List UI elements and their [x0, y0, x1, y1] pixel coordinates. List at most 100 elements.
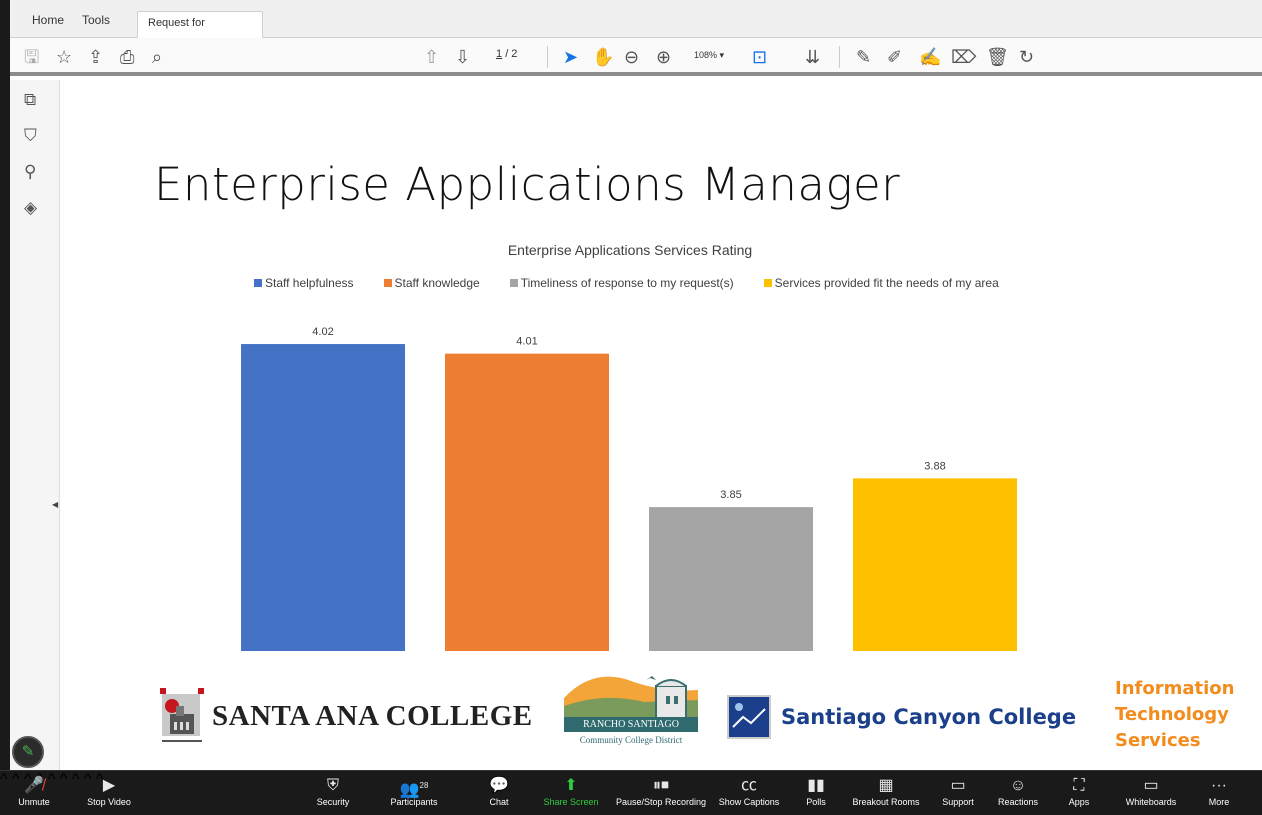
chart-bar: [853, 478, 1017, 651]
chevron-up-icon[interactable]: ^: [72, 771, 80, 788]
fit-page-icon[interactable]: ⊡: [752, 47, 767, 67]
annotate-pen-icon[interactable]: ✎: [12, 736, 44, 768]
participants-button[interactable]: 👥28 Participants: [388, 775, 440, 807]
legend-item: Timeliness of response to my request(s): [509, 276, 734, 290]
document-page: Enterprise Applications Manager Enterpri…: [62, 80, 1262, 768]
highlight-icon[interactable]: ✐: [887, 47, 902, 67]
tab-tools[interactable]: Tools: [76, 9, 116, 38]
legend-item: Services provided fit the needs of my ar…: [763, 276, 999, 290]
polls-button[interactable]: ▮▮ Polls: [803, 775, 829, 807]
santiago-canyon-emblem-icon: [727, 695, 771, 739]
chevron-up-icon[interactable]: ^: [60, 771, 68, 788]
santa-ana-college-name: SANTA ANA COLLEGE: [212, 699, 533, 732]
emoji-icon: ☺: [1009, 777, 1027, 794]
legend-label: Timeliness of response to my request(s): [520, 276, 734, 290]
attachment-icon[interactable]: ⚲: [24, 162, 36, 182]
data-label: 3.85: [720, 489, 741, 501]
chat-label: Chat: [489, 797, 509, 807]
bookmark-icon[interactable]: ⛉: [24, 126, 37, 146]
security-button[interactable]: ⛨ Security: [313, 775, 353, 807]
tab-bar: Home Tools Request for resourc...×: [0, 0, 1262, 815]
santa-ana-emblem-icon: [160, 688, 204, 744]
polls-icon: ▮▮: [807, 777, 825, 794]
next-page-icon[interactable]: ⇩: [455, 47, 470, 67]
delete-icon[interactable]: 🗑: [986, 47, 1009, 67]
window-left-edge: [0, 0, 10, 815]
security-label: Security: [316, 797, 350, 807]
print-icon[interactable]: ⎙: [120, 47, 134, 67]
sign-icon[interactable]: ✍: [919, 47, 941, 67]
legend-swatch: [509, 279, 518, 287]
legend-item: Staff helpfulness: [254, 276, 354, 290]
data-label: 4.02: [312, 326, 333, 338]
participants-count: 28: [419, 781, 429, 790]
bookmark-star-icon[interactable]: ☆: [56, 47, 72, 67]
stop-video-button[interactable]: ▶ Stop Video: [84, 775, 134, 807]
more-label: More: [1208, 797, 1230, 807]
data-label: 4.01: [516, 336, 537, 348]
unmute-label: Unmute: [18, 797, 50, 807]
rotate-icon[interactable]: ↻: [1019, 47, 1034, 67]
tab-home[interactable]: Home: [26, 9, 70, 38]
page-number[interactable]: 1 / 2: [496, 48, 517, 60]
left-rail: ⧉ ⛉ ⚲ ◈ ◀: [10, 80, 60, 770]
apps-button[interactable]: ⛶ Apps: [1066, 775, 1092, 807]
share-screen-button[interactable]: ⬆ Share Screen: [542, 775, 600, 807]
search-icon[interactable]: ⌕: [152, 47, 162, 67]
share-screen-icon: ⬆: [564, 777, 578, 794]
screen: Home Tools Request for resourc...× 🖫 ☆ ⇪…: [0, 0, 1262, 815]
support-cast-icon: ▭: [950, 777, 966, 794]
save-icon[interactable]: 🖫: [24, 47, 39, 67]
chat-button[interactable]: 💬 Chat: [487, 775, 511, 807]
chart-bar: [649, 507, 813, 651]
pause-stop-icon: ⏸⏹: [652, 777, 669, 794]
data-label: 3.88: [924, 460, 945, 472]
apps-icon: ⛶: [1073, 777, 1085, 794]
pages-thumbnail-icon[interactable]: ⧉: [24, 90, 36, 110]
zoom-level[interactable]: 108% ▾: [694, 50, 724, 61]
collapse-panel-icon[interactable]: ◀: [52, 500, 58, 509]
support-button[interactable]: ▭ Support: [940, 775, 976, 807]
tab-document[interactable]: Request for resourc...×: [137, 11, 263, 51]
participants-icon: 👥28: [399, 781, 429, 799]
chart-bar: [445, 353, 609, 651]
page-current[interactable]: 1: [496, 48, 502, 60]
chevron-up-icon[interactable]: ^: [0, 771, 8, 788]
santiago-canyon-college-name: Santiago Canyon College: [781, 705, 1077, 729]
more-dots-icon: ···: [1211, 777, 1227, 794]
prev-page-icon[interactable]: ⇧: [424, 47, 439, 67]
chart-legend: Staff helpfulness Staff knowledge Timeli…: [254, 276, 1029, 290]
upload-icon[interactable]: ⇪: [88, 47, 103, 67]
separator: [839, 46, 840, 68]
shield-icon: ⛨: [326, 777, 339, 794]
comment-icon[interactable]: ✎: [856, 47, 871, 67]
meeting-control-bar: 🎤̸ Unmute ^ ▶ Stop Video ^ ⛨ Security 👥28 Pa…: [0, 770, 1262, 815]
page-total: / 2: [505, 48, 518, 60]
pause-stop-recording-button[interactable]: ⏸⏹ Pause/Stop Recording: [614, 775, 708, 807]
layers-icon[interactable]: ◈: [24, 198, 37, 218]
hand-tool-icon[interactable]: ✋: [592, 47, 614, 67]
reactions-button[interactable]: ☺ Reactions: [996, 775, 1040, 807]
chat-bubble-icon: 💬: [489, 777, 509, 794]
zoom-out-icon[interactable]: ⊖: [624, 47, 639, 67]
slide-title: Enterprise Applications Manager: [154, 158, 901, 211]
rancho-santiago-logo: RANCHO SANTIAGO Community College Distri…: [564, 672, 698, 750]
show-captions-label: Show Captions: [718, 797, 780, 807]
scroll-mode-icon[interactable]: ⇊: [805, 47, 820, 67]
zoom-in-icon[interactable]: ⊕: [656, 47, 671, 67]
more-button[interactable]: ··· More: [1206, 775, 1232, 807]
whiteboards-button[interactable]: ▭ Whiteboards: [1123, 775, 1179, 807]
its-line-1: Information: [1115, 678, 1235, 699]
legend-label: Services provided fit the needs of my ar…: [774, 276, 999, 290]
show-captions-button[interactable]: ㏄ Show Captions: [716, 775, 782, 807]
legend-label: Staff knowledge: [394, 276, 480, 290]
captions-icon: ㏄: [740, 777, 757, 794]
unmute-button[interactable]: 🎤̸ Unmute: [16, 775, 52, 807]
select-cursor-icon[interactable]: ➤: [563, 47, 578, 67]
chart-title: Enterprise Applications Services Rating: [507, 242, 753, 258]
bar-chart: 4.02 4.01 3.85 3.88: [241, 326, 1017, 651]
reactions-label: Reactions: [997, 797, 1039, 807]
whiteboards-label: Whiteboards: [1125, 797, 1177, 807]
stamp-icon[interactable]: ⌦: [951, 47, 976, 67]
breakout-rooms-button[interactable]: ▦ Breakout Rooms: [852, 775, 920, 807]
